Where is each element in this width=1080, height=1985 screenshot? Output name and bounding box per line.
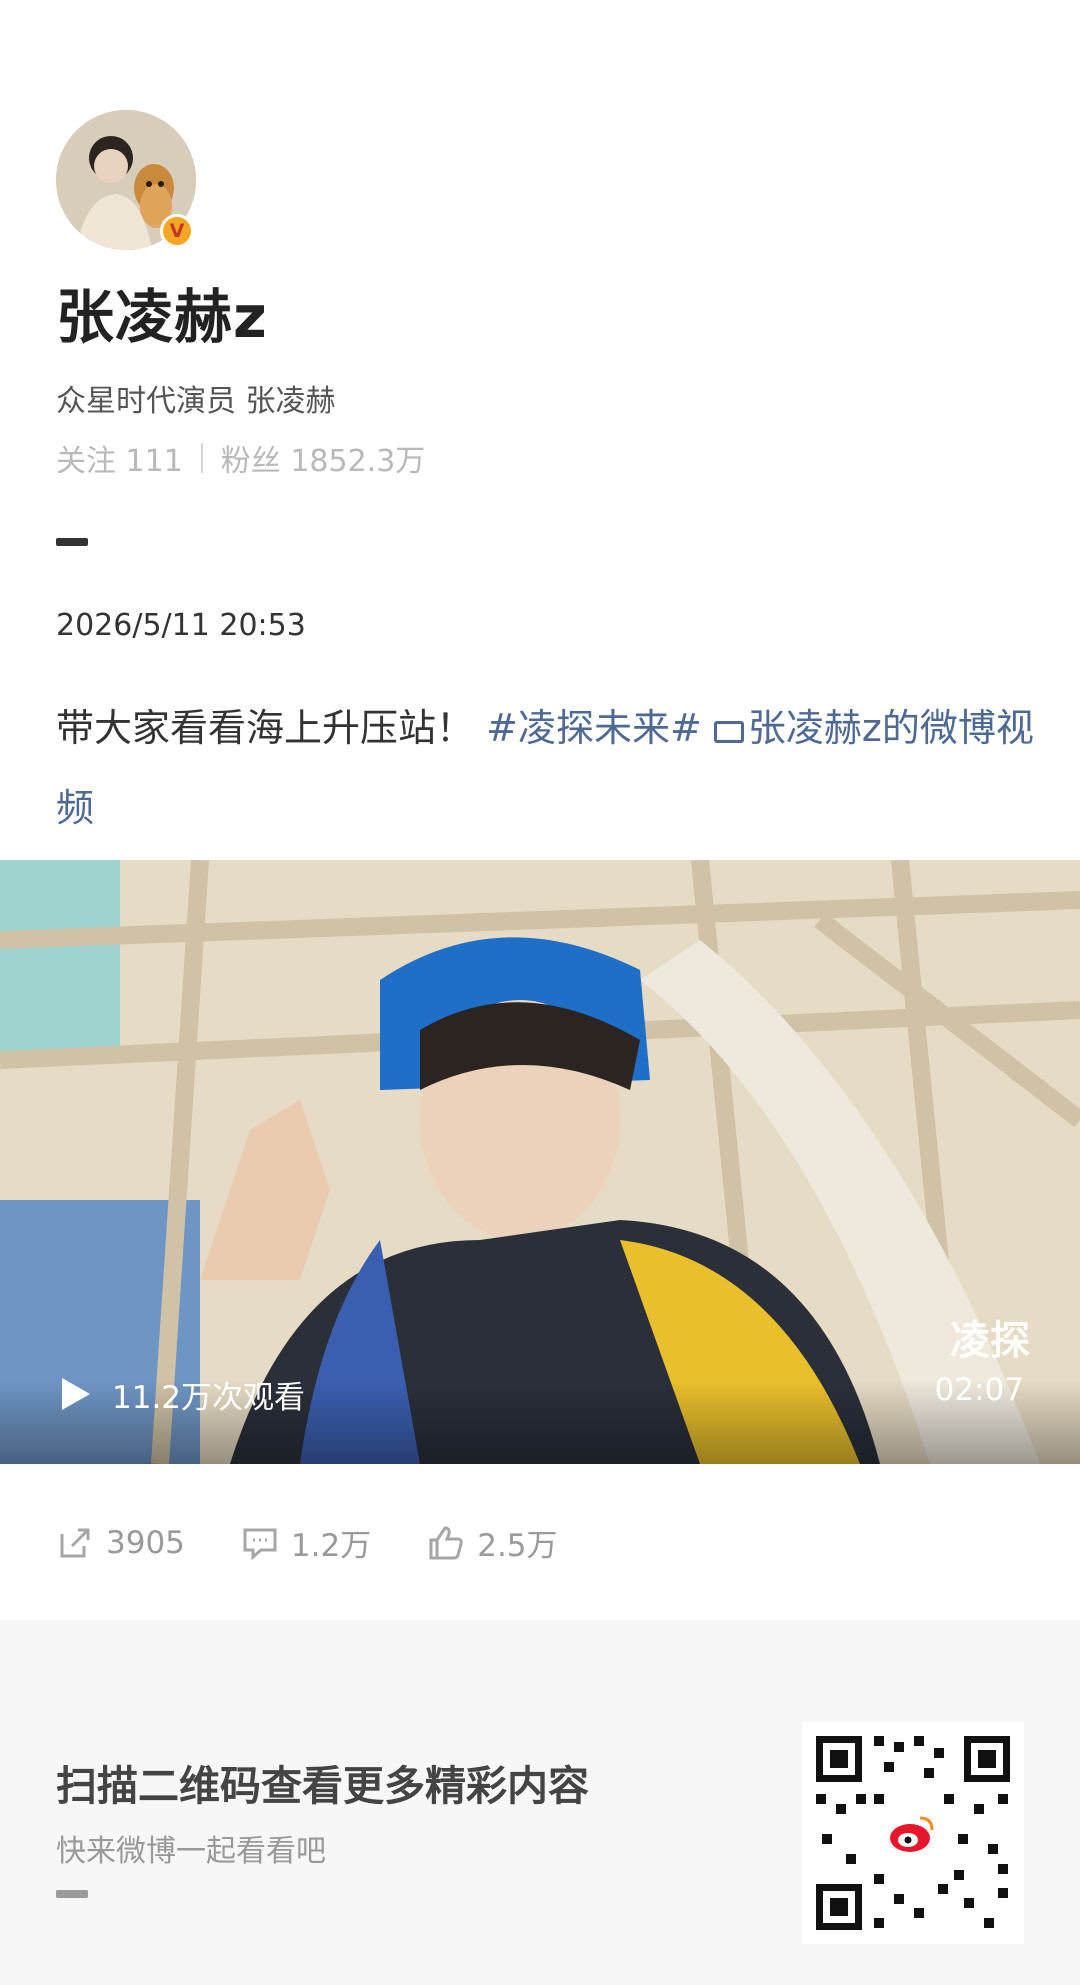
stats-divider [200,443,203,473]
repost-count: 3905 [106,1524,185,1561]
footer-divider [56,1890,88,1898]
username[interactable]: 张凌赫z [56,270,268,354]
repost-icon [60,1528,90,1557]
like-button[interactable]: 2.5万 [427,1520,558,1565]
post-body: 带大家看看海上升压站！ [56,706,475,750]
video-brand-watermark: 凌探 [950,1318,1030,1364]
comment-count: 1.2万 [290,1528,372,1564]
followers-count[interactable]: 粉丝 1852.3万 [221,436,426,480]
repost-button[interactable]: 3905 [56,1524,185,1562]
hashtag-link[interactable]: #凌探未来# [486,706,702,750]
play-icon[interactable] [62,1378,90,1410]
like-count: 2.5万 [477,1528,558,1564]
post-card: V 张凌赫z 众星时代演员 张凌赫 关注 111 粉丝 1852.3万 2026… [0,0,1080,1620]
user-bio: 众星时代演员 张凌赫 [56,384,336,419]
comment-icon [243,1528,277,1560]
qr-code-image [802,1722,1024,1944]
comment-button[interactable]: 1.2万 [241,1520,371,1565]
video-link-icon [713,721,744,743]
post-actions: 3905 1.2万 2.5万 [56,1520,614,1565]
qr-code [802,1722,1024,1944]
footer-subtitle: 快来微博一起看看吧 [56,1834,326,1869]
video-player[interactable]: 凌探 11.2万次观看 02:07 [0,860,1080,1464]
follow-stats: 关注 111 粉丝 1852.3万 [56,436,425,480]
post-text: 带大家看看海上升压站！ #凌探未来# 张凌赫z的微博视频 [56,688,1036,848]
verified-icon: V [160,214,194,248]
video-duration: 02:07 [934,1372,1024,1408]
footer-title: 扫描二维码查看更多精彩内容 [56,1762,589,1810]
video-view-count: 11.2万次观看 [112,1380,306,1416]
following-count[interactable]: 关注 111 [56,436,183,480]
qr-footer: 扫描二维码查看更多精彩内容 快来微博一起看看吧 [0,1620,1080,1985]
post-timestamp: 2026/5/11 20:53 [56,608,306,643]
section-divider [56,538,88,546]
like-icon [429,1525,463,1559]
